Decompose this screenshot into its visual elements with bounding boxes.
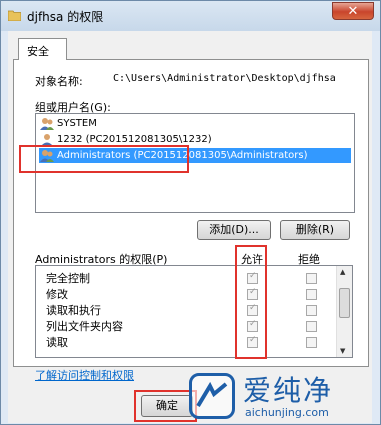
scroll-down-icon[interactable]: ▼: [340, 347, 345, 355]
highlight-box-administrators: [19, 145, 189, 173]
deny-checkbox[interactable]: [306, 289, 317, 300]
object-name-label: 对象名称:: [35, 75, 83, 88]
watermark-text: 爱纯净: [243, 374, 334, 407]
add-button[interactable]: 添加(D)...: [197, 220, 271, 240]
permissions-dialog: djfhsa 的权限 ✕ 安全 对象名称: C:\Users\Administr…: [0, 0, 381, 425]
user-icon: [40, 118, 54, 130]
deny-checkbox[interactable]: [306, 273, 317, 284]
object-name-value: C:\Users\Administrator\Desktop\djfhsa: [113, 73, 336, 84]
permission-row: 读取和执行: [36, 303, 336, 318]
list-item[interactable]: SYSTEM: [39, 116, 351, 131]
folder-icon: [8, 10, 21, 21]
title-bar[interactable]: djfhsa 的权限 ✕: [1, 1, 380, 31]
permissions-list: 完全控制 修改 读取和执行 列出文件夹内容 读取 ▲ ▼: [35, 265, 353, 358]
highlight-box-allow-column: [235, 245, 267, 359]
tab-security[interactable]: 安全: [18, 38, 67, 60]
watermark-url: aichunjing.com: [245, 406, 329, 419]
scroll-up-icon[interactable]: ▲: [340, 268, 345, 276]
access-control-link[interactable]: 了解访问控制和权限: [35, 367, 134, 383]
scroll-thumb[interactable]: [339, 288, 350, 318]
watermark: 爱纯净 aichunjing.com: [181, 365, 379, 423]
remove-button[interactable]: 删除(R): [280, 220, 350, 240]
permission-row: 读取: [36, 335, 336, 350]
permission-row: 列出文件夹内容: [36, 319, 336, 334]
deny-checkbox[interactable]: [306, 321, 317, 332]
permissions-scrollbar[interactable]: ▲ ▼: [336, 266, 352, 357]
deny-checkbox[interactable]: [306, 337, 317, 348]
permission-row: 修改: [36, 287, 336, 302]
permission-row: 完全控制: [36, 271, 336, 286]
deny-checkbox[interactable]: [306, 305, 317, 316]
window-title: djfhsa 的权限: [27, 10, 104, 24]
close-button[interactable]: ✕: [332, 2, 374, 20]
watermark-logo-icon: [189, 373, 235, 419]
